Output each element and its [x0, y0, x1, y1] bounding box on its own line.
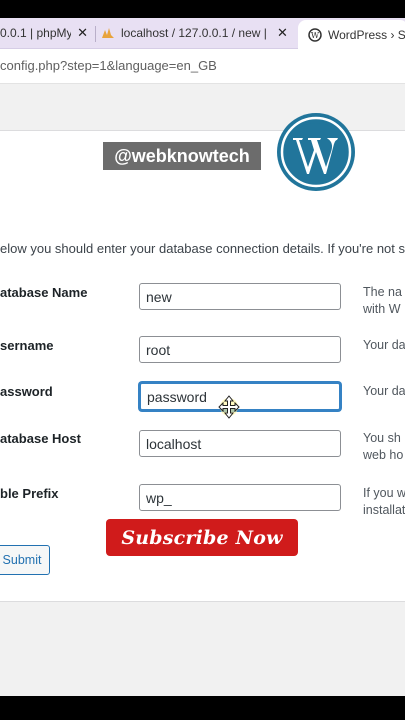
database-host-help: You sh web ho — [363, 430, 403, 464]
password-label: assword — [0, 384, 53, 399]
close-icon[interactable]: ✕ — [77, 25, 88, 41]
help-line: with W — [363, 302, 401, 316]
password-input[interactable]: password — [139, 382, 341, 411]
intro-text: elow you should enter your database conn… — [0, 241, 405, 256]
url-text: config.php?step=1&language=en_GB — [0, 58, 217, 73]
help-line: Your da — [363, 338, 405, 352]
tab-wordpress[interactable]: W WordPress › Se — [298, 20, 405, 50]
address-bar[interactable]: config.php?step=1&language=en_GB — [0, 49, 405, 84]
database-name-help: The na with W — [363, 284, 402, 318]
username-input[interactable]: root — [139, 336, 341, 363]
subscribe-now-banner[interactable]: Subscribe Now — [106, 519, 298, 556]
help-line: web ho — [363, 448, 404, 462]
help-line: You sh — [363, 431, 401, 445]
database-name-label: atabase Name — [0, 285, 88, 300]
move-cursor-icon — [218, 395, 240, 419]
table-prefix-input[interactable]: wp_ — [139, 484, 341, 511]
browser-tab-bar: 0.0.1 | phpMy ✕ localhost / 127.0.0.1 / … — [0, 18, 405, 50]
tab-phpmyadmin[interactable]: 0.0.1 | phpMy ✕ — [0, 18, 88, 48]
close-icon[interactable]: ✕ — [277, 25, 288, 41]
screen: 0.0.1 | phpMy ✕ localhost / 127.0.0.1 / … — [0, 0, 405, 720]
wordpress-logo-icon — [277, 113, 355, 191]
password-help: Your da — [363, 383, 405, 400]
phpmyadmin-icon — [101, 26, 115, 40]
tab-divider — [95, 26, 96, 42]
tab-label: 0.0.1 | phpMy — [0, 26, 72, 40]
svg-text:W: W — [311, 31, 320, 40]
tab-label: localhost / 127.0.0.1 / new | p — [121, 26, 271, 40]
database-host-label: atabase Host — [0, 431, 81, 446]
database-host-input[interactable]: localhost — [139, 430, 341, 457]
wordpress-favicon-icon: W — [308, 28, 322, 42]
channel-watermark: @webknowtech — [103, 142, 261, 170]
help-line: Your da — [363, 384, 405, 398]
username-label: sername — [0, 338, 54, 353]
submit-button[interactable]: Submit — [0, 545, 50, 575]
database-name-input[interactable]: new — [139, 283, 341, 310]
help-line: installat — [363, 503, 405, 517]
table-prefix-label: ble Prefix — [0, 486, 59, 501]
help-line: If you w — [363, 486, 405, 500]
table-prefix-help: If you w installat — [363, 485, 405, 519]
tab-label: WordPress › Se — [328, 28, 405, 42]
tab-localhost[interactable]: localhost / 127.0.0.1 / new | p ✕ — [101, 18, 289, 48]
help-line: The na — [363, 285, 402, 299]
top-black-bar — [0, 0, 405, 18]
username-help: Your da — [363, 337, 405, 354]
bottom-black-bar — [0, 696, 405, 720]
